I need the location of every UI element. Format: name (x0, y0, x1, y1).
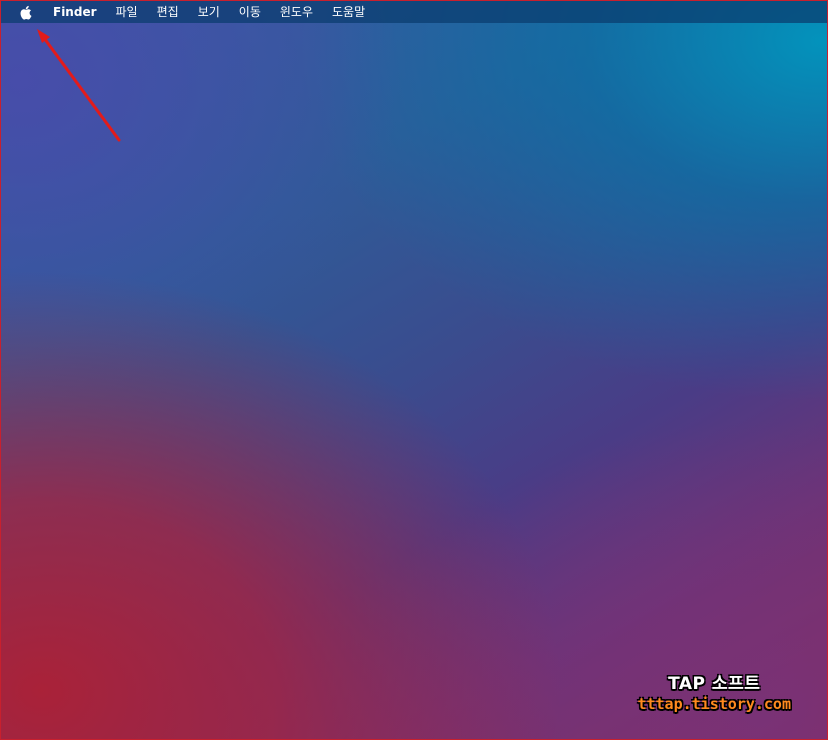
watermark: TAP 소프트 tttap.tistory.com (637, 669, 791, 713)
desktop[interactable]: Finder 파일 편집 보기 이동 윈도우 도움말 TAP 소프트 tttap… (0, 0, 828, 740)
menu-file[interactable]: 파일 (116, 1, 138, 23)
red-arrow-annotation (37, 29, 121, 142)
menu-go[interactable]: 이동 (239, 1, 261, 23)
watermark-title: TAP 소프트 (668, 674, 761, 694)
menu-bar: Finder 파일 편집 보기 이동 윈도우 도움말 (1, 1, 827, 23)
menu-help[interactable]: 도움말 (332, 1, 365, 23)
apple-icon[interactable] (18, 4, 32, 20)
watermark-url: tttap.tistory.com (637, 695, 791, 713)
menu-window[interactable]: 윈도우 (280, 1, 313, 23)
menu-edit[interactable]: 편집 (157, 1, 179, 23)
menu-finder[interactable]: Finder (53, 1, 97, 23)
menu-view[interactable]: 보기 (198, 1, 220, 23)
